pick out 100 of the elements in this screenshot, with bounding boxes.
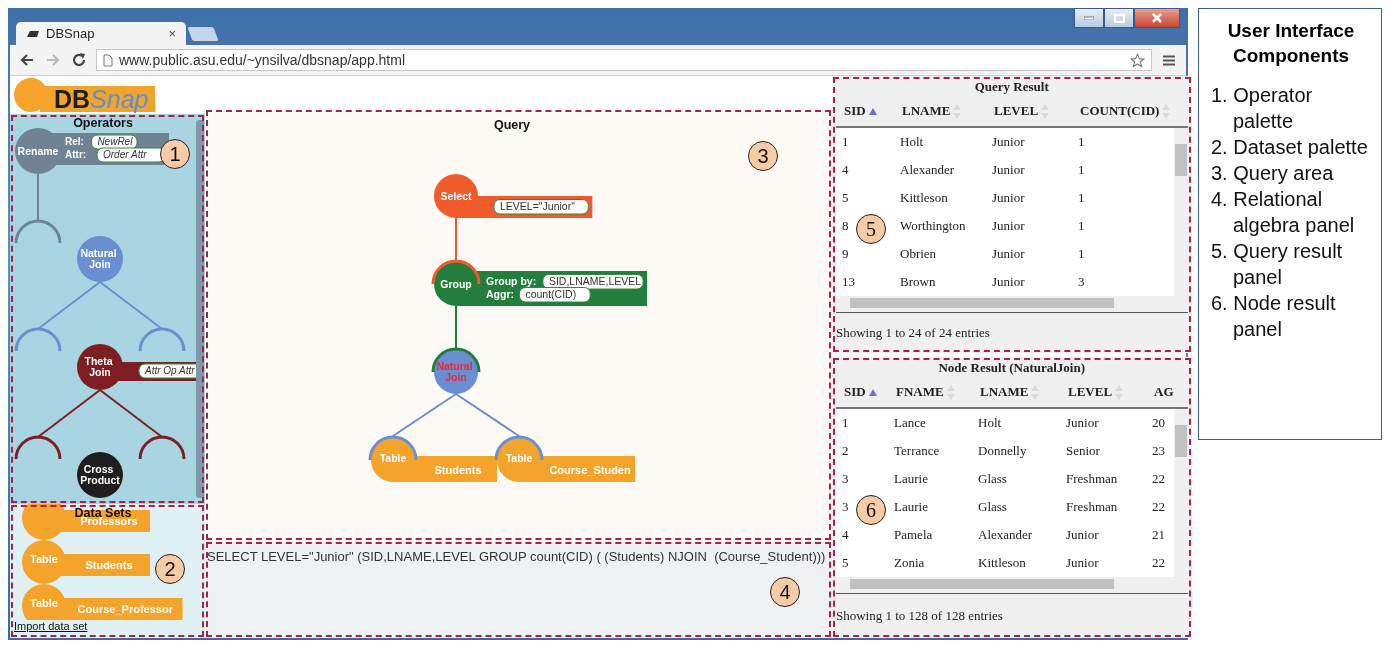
logo-text: DBSnap (54, 86, 149, 112)
legend-item: 4. Relational algebra panel (1211, 187, 1356, 239)
table-cell: Brown (900, 274, 936, 290)
table-cell: Freshman (1066, 471, 1118, 487)
table-cell: Junior (992, 274, 1025, 290)
tree-edge (455, 217, 457, 261)
maximize-icon (1113, 13, 1125, 23)
operator-label: Cross Product (80, 462, 120, 487)
column-header[interactable]: SID (836, 103, 894, 119)
dataset-node[interactable] (22, 504, 150, 540)
column-header[interactable]: LNAME (972, 384, 1060, 400)
dataset-node[interactable] (22, 584, 183, 620)
table-cell: 1 (1078, 190, 1085, 206)
table-cell: 22 (1152, 499, 1165, 515)
algebra-expression: SELECT LEVEL="Junior" (SID,LNAME,LEVEL GROUP count(CID) ( (Students) NJOIN (Course_Student))) (207, 549, 826, 564)
table-cell: Freshman (1066, 499, 1118, 515)
maximize-button[interactable] (1104, 8, 1134, 28)
parameter-label: Aggr: (486, 288, 514, 300)
table-cell: Worthington (900, 218, 966, 234)
table-cell: 1 (1078, 218, 1085, 234)
operator-connector (14, 173, 62, 244)
table-cell: 9 (842, 246, 849, 262)
panel-title: Operators (73, 116, 133, 130)
minimize-icon (1084, 16, 1094, 20)
parameter-field[interactable]: SID,LNAME,LEVEL (542, 274, 644, 290)
panel-title: Query Result (973, 78, 1050, 96)
table-cell: Laurie (894, 499, 928, 515)
minimize-button[interactable] (1074, 8, 1104, 28)
tree-edge (392, 393, 457, 437)
callout-number: 4 (770, 577, 800, 607)
table-cell: 3 (842, 471, 849, 487)
column-header[interactable]: FNAME (888, 384, 972, 400)
vertical-scrollbar[interactable] (196, 120, 204, 498)
parameter-field[interactable]: count(CID) (518, 287, 591, 303)
horizontal-scrollbar[interactable] (836, 577, 1188, 591)
table-cell: 4 (842, 162, 849, 178)
table-cell: Junior (992, 190, 1025, 206)
callout-number: 1 (160, 139, 190, 169)
table-cell: Junior (992, 162, 1025, 178)
column-header[interactable]: LEVEL (1060, 384, 1146, 400)
table-cell: Holt (900, 134, 924, 150)
close-button[interactable] (1134, 8, 1180, 28)
table-cell: 1 (842, 415, 849, 431)
table-cell: Junior (1066, 555, 1099, 571)
parameter-label: Rel: (65, 136, 84, 147)
menu-icon (1163, 54, 1175, 66)
node-label: Select (440, 189, 472, 202)
table-cell: Laurie (894, 471, 928, 487)
operator-node[interactable] (77, 236, 123, 282)
table-cell: 1 (842, 134, 849, 150)
column-header[interactable]: AG (1146, 384, 1174, 400)
star-icon[interactable] (1130, 52, 1145, 68)
table-cell: 3 (842, 499, 849, 515)
parameter-field[interactable]: LEVEL="Junior" (493, 199, 589, 215)
horizontal-scrollbar[interactable] (836, 296, 1188, 310)
back-arrow-icon (20, 54, 34, 66)
tree-edge (455, 393, 520, 437)
table-cell: 3 (1078, 274, 1085, 290)
dataset-type-label: Table (30, 596, 58, 609)
column-header[interactable]: COUNT(CID) (1072, 103, 1174, 119)
dataset-node[interactable] (22, 540, 150, 584)
table-cell: Senior (1066, 443, 1100, 459)
table-cell: 20 (1152, 415, 1165, 431)
favicon-icon (26, 29, 40, 38)
table-cell: Zonia (894, 555, 925, 571)
operator-node[interactable] (77, 452, 123, 498)
reload-button[interactable] (70, 51, 88, 69)
import-link[interactable]: Import data set (10, 620, 88, 632)
table-cell: Terrance (894, 443, 940, 459)
parameter-field[interactable]: Attr Op Attr (138, 363, 196, 379)
legend-item: 6. Node result panel (1211, 291, 1337, 343)
new-tab-button[interactable] (187, 27, 219, 41)
close-tab-button[interactable]: × (168, 26, 176, 41)
node-label: Table (505, 451, 533, 464)
table-cell: Junior (992, 134, 1025, 150)
table-name: Students (434, 464, 482, 476)
dataset-type-label: Table (30, 552, 58, 565)
vertical-scrollbar[interactable] (1173, 409, 1188, 577)
table-cell: Junior (992, 246, 1025, 262)
query-node[interactable] (494, 435, 636, 482)
dataset-name: Students (85, 559, 133, 571)
entries-info: Showing 1 to 128 of 128 entries (836, 593, 1188, 638)
vertical-scrollbar[interactable] (1173, 128, 1188, 296)
table-cell: Lance (894, 415, 926, 431)
callout-number: 2 (155, 554, 185, 584)
query-node[interactable] (431, 347, 481, 394)
column-header[interactable]: LEVEL (986, 103, 1072, 119)
query-node[interactable] (368, 435, 497, 482)
address-field[interactable]: www.public.asu.edu/~ynsilva/dbsnap/app.html (96, 49, 1152, 71)
table-cell: Kittleson (978, 555, 1026, 571)
reload-icon (72, 53, 86, 67)
entries-info: Showing 1 to 24 of 24 entries (836, 312, 1188, 353)
table-cell: Glass (978, 499, 1007, 515)
table-cell: Pamela (894, 527, 933, 543)
column-header[interactable]: SID (836, 384, 888, 400)
table-cell: 13 (842, 274, 855, 290)
table-cell: Obrien (900, 246, 937, 262)
column-header[interactable]: LNAME (894, 103, 986, 119)
table-cell: 22 (1152, 471, 1165, 487)
browser-tab[interactable]: DBSnap × (16, 22, 186, 45)
